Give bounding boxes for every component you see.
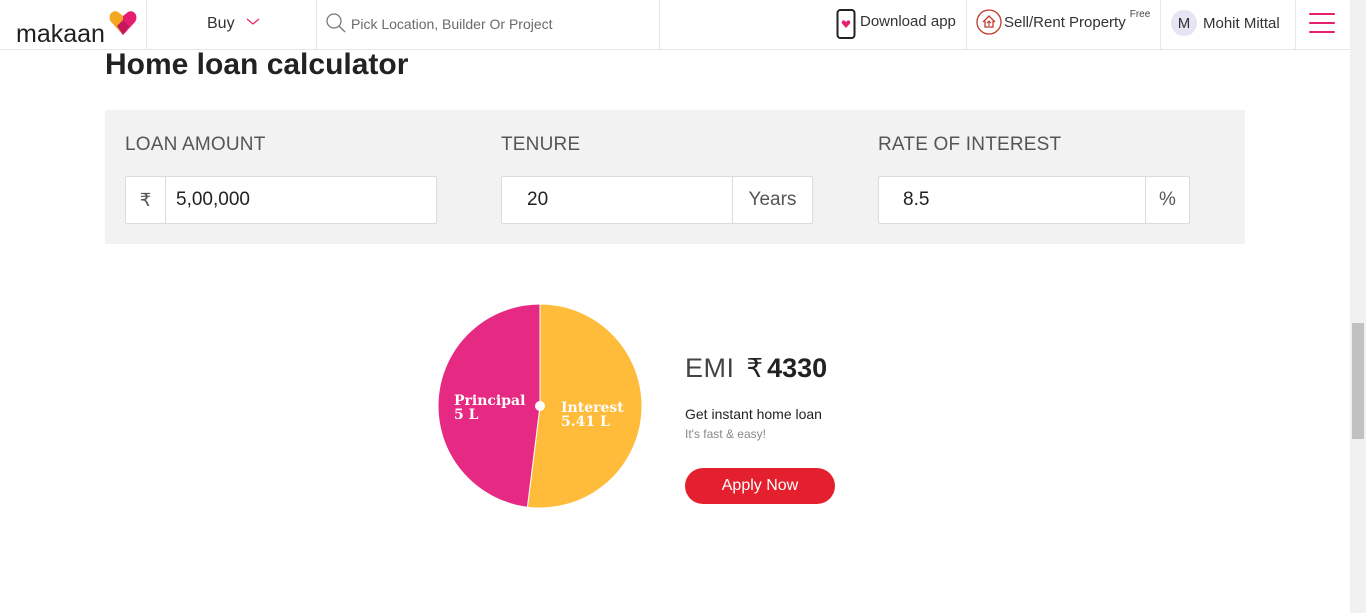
fast-easy-text: It's fast & easy! — [685, 427, 766, 441]
top-header: makaan Buy Download app Se — [0, 0, 1350, 50]
header-divider — [966, 0, 967, 49]
header-divider — [1295, 0, 1296, 49]
avatar: M — [1171, 10, 1197, 36]
rate-label: RATE OF INTEREST — [878, 134, 1062, 155]
tenure-unit: Years — [732, 177, 812, 223]
page-scrollbar[interactable] — [1350, 0, 1366, 613]
principal-slice-label: Principal 5 L — [454, 394, 525, 422]
house-icon — [976, 9, 1002, 35]
logo-text: makaan — [16, 20, 105, 48]
hamburger-menu-icon[interactable] — [1309, 13, 1335, 35]
rate-field[interactable]: 8.5 % — [878, 176, 1190, 224]
tenure-field[interactable]: 20 Years — [501, 176, 813, 224]
interest-name: Interest — [561, 400, 624, 416]
header-divider — [146, 0, 147, 49]
free-badge: Free — [1129, 8, 1151, 20]
principal-name: Principal — [454, 393, 526, 409]
sell-rent-label: Sell/Rent Property — [1004, 13, 1126, 31]
search-bar[interactable] — [317, 0, 660, 49]
logo-heart-icon — [109, 11, 137, 35]
interest-slice-label: Interest 5.41 L — [561, 401, 624, 429]
loan-amount-value[interactable]: 5,00,000 — [176, 177, 250, 223]
loan-amount-label: LOAN AMOUNT — [125, 134, 266, 155]
page-title: Home loan calculator — [105, 48, 409, 81]
rupee-icon: ₹ — [126, 177, 166, 223]
pie-center-dot — [535, 401, 545, 411]
loan-inputs-panel: LOAN AMOUNT ₹ 5,00,000 TENURE 20 Years R… — [105, 110, 1245, 244]
interest-value: 5.41 L — [561, 414, 610, 430]
instant-loan-text: Get instant home loan — [685, 406, 822, 422]
emi-result: EMI ₹ 4330 — [685, 353, 827, 384]
scrollbar-thumb[interactable] — [1352, 323, 1364, 439]
buy-dropdown[interactable]: Buy — [207, 15, 235, 33]
phone-icon — [836, 9, 856, 39]
sell-rent-link[interactable]: Sell/Rent Property Free — [976, 9, 1150, 35]
user-menu[interactable]: M Mohit Mittal — [1171, 10, 1280, 36]
search-input[interactable] — [351, 13, 651, 35]
emi-value: 4330 — [767, 353, 828, 383]
chevron-down-icon[interactable] — [246, 18, 260, 26]
user-name: Mohit Mittal — [1203, 14, 1280, 32]
emi-label: EMI — [685, 353, 735, 383]
loan-amount-field[interactable]: ₹ 5,00,000 — [125, 176, 437, 224]
apply-now-button[interactable]: Apply Now — [685, 468, 835, 504]
search-icon — [326, 13, 346, 33]
download-app-link[interactable]: Download app — [836, 9, 956, 39]
rupee-icon: ₹ — [746, 353, 764, 383]
tenure-label: TENURE — [501, 134, 581, 155]
principal-value: 5 L — [454, 407, 479, 423]
rate-value[interactable]: 8.5 — [903, 177, 929, 223]
header-divider — [659, 0, 660, 49]
percent-unit: % — [1145, 177, 1189, 223]
tenure-value[interactable]: 20 — [527, 177, 548, 223]
makaan-logo[interactable]: makaan — [14, 8, 139, 48]
download-app-label: Download app — [860, 12, 956, 30]
header-divider — [1160, 0, 1161, 49]
